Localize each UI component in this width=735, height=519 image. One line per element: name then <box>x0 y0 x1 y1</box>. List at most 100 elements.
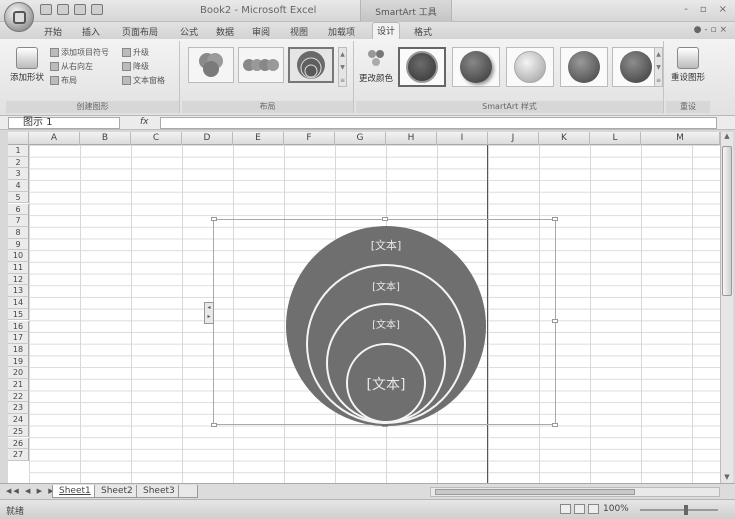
tab-home[interactable]: 开始 <box>40 24 66 39</box>
office-button[interactable] <box>4 2 34 32</box>
row-header[interactable]: 10 <box>8 250 29 262</box>
styles-gallery-scroll[interactable]: ▲ ▼ ≡ <box>654 47 663 87</box>
row-header[interactable]: 3 <box>8 168 29 181</box>
row-header[interactable]: 18 <box>8 343 29 356</box>
row-header[interactable]: 25 <box>8 425 29 438</box>
column-header[interactable]: F <box>284 132 335 145</box>
style-thumb-1[interactable] <box>398 47 446 87</box>
circle-label-3[interactable]: [文本] <box>336 316 436 331</box>
layouts-gallery-scroll[interactable]: ▲ ▼ ≡ <box>338 47 347 87</box>
row-header[interactable]: 27 <box>8 449 29 461</box>
vertical-scrollbar[interactable]: ▲ ▼ <box>720 132 733 483</box>
redo-icon[interactable] <box>74 4 86 15</box>
row-header[interactable]: 20 <box>8 367 29 379</box>
name-box[interactable]: 图示 1 <box>8 117 120 129</box>
add-shape-button[interactable]: 添加形状 <box>10 47 44 83</box>
row-header[interactable]: 14 <box>8 297 29 309</box>
close-button[interactable]: × <box>719 4 727 15</box>
page-layout-view-icon[interactable] <box>574 504 585 514</box>
maximize-button[interactable]: ▫ <box>700 4 707 15</box>
tab-addins[interactable]: 加载项 <box>324 24 359 39</box>
sheet-tab-3[interactable]: Sheet3 <box>136 485 182 498</box>
scroll-down-arrow-icon[interactable]: ▼ <box>721 473 733 483</box>
vertical-scroll-thumb[interactable] <box>722 146 732 296</box>
fx-label[interactable]: fx <box>140 117 149 127</box>
insert-sheet-icon[interactable] <box>178 485 198 498</box>
row-header[interactable]: 1 <box>8 145 29 157</box>
column-header[interactable]: L <box>590 132 641 145</box>
layout-thumb-linear-venn[interactable] <box>238 47 284 83</box>
save-icon[interactable] <box>40 4 52 15</box>
row-header[interactable]: 12 <box>8 273 29 286</box>
scroll-up-arrow-icon[interactable]: ▲ <box>721 132 733 142</box>
tab-formulas[interactable]: 公式 <box>176 24 202 39</box>
column-header[interactable]: H <box>386 132 437 145</box>
column-header[interactable]: K <box>539 132 590 145</box>
tab-design[interactable]: 设计 <box>372 22 401 39</box>
customize-qat-icon[interactable] <box>91 4 103 15</box>
reset-graphic-button[interactable]: 重设图形 <box>668 47 708 83</box>
smartart-graphic-frame[interactable]: ◂ ▸ [文本] [文本] [文本] [文本] <box>204 217 558 427</box>
demote-button[interactable]: 降级 <box>122 61 149 72</box>
horizontal-scrollbar[interactable] <box>430 487 720 497</box>
row-header[interactable]: 16 <box>8 320 29 333</box>
horizontal-scroll-thumb[interactable] <box>435 489 635 495</box>
row-header[interactable]: 2 <box>8 156 29 169</box>
add-bullet-button[interactable]: 添加项目符号 <box>50 47 109 58</box>
row-header[interactable]: 19 <box>8 355 29 368</box>
row-header[interactable]: 26 <box>8 437 29 450</box>
column-header[interactable]: C <box>131 132 182 145</box>
column-header[interactable]: A <box>29 132 80 145</box>
layout-dropdown-button[interactable]: 布局 <box>50 75 77 86</box>
tab-page-layout[interactable]: 页面布局 <box>118 24 162 39</box>
column-header[interactable]: J <box>488 132 539 145</box>
row-header[interactable]: 22 <box>8 390 29 403</box>
row-header[interactable]: 21 <box>8 379 29 391</box>
row-header[interactable]: 15 <box>8 308 29 321</box>
row-header[interactable]: 9 <box>8 238 29 251</box>
column-header[interactable]: D <box>182 132 233 145</box>
resize-handle[interactable] <box>211 423 217 427</box>
style-thumb-3[interactable] <box>506 47 554 87</box>
row-header[interactable]: 13 <box>8 285 29 298</box>
row-header[interactable]: 6 <box>8 203 29 216</box>
resize-handle[interactable] <box>552 217 558 221</box>
row-header[interactable]: 5 <box>8 191 29 204</box>
text-pane-button[interactable]: 文本窗格 <box>122 75 165 86</box>
change-colors-button[interactable]: 更改颜色 <box>358 47 394 84</box>
normal-view-icon[interactable] <box>560 504 571 514</box>
column-header[interactable]: G <box>335 132 386 145</box>
resize-handle[interactable] <box>552 319 558 323</box>
promote-button[interactable]: 升级 <box>122 47 149 58</box>
row-header[interactable]: 4 <box>8 180 29 192</box>
layout-thumb-stacked-venn[interactable] <box>288 47 334 83</box>
row-header[interactable]: 23 <box>8 402 29 415</box>
style-thumb-4[interactable] <box>560 47 608 87</box>
circle-label-2[interactable]: [文本] <box>336 278 436 293</box>
sheet-tab-2[interactable]: Sheet2 <box>94 485 140 498</box>
tab-format[interactable]: 格式 <box>410 24 436 39</box>
tab-data[interactable]: 数据 <box>212 24 238 39</box>
help-controls[interactable]: ● - ▫ × <box>694 25 727 35</box>
column-header[interactable]: B <box>80 132 131 145</box>
tab-review[interactable]: 审阅 <box>248 24 274 39</box>
tab-view[interactable]: 视图 <box>286 24 312 39</box>
resize-handle[interactable] <box>552 423 558 427</box>
right-to-left-button[interactable]: 从右向左 <box>50 61 93 72</box>
resize-handle[interactable] <box>382 217 388 221</box>
tab-insert[interactable]: 插入 <box>78 24 104 39</box>
layout-thumb-venn[interactable] <box>188 47 234 83</box>
style-thumb-2[interactable] <box>452 47 500 87</box>
select-all-corner[interactable] <box>8 132 29 145</box>
zoom-slider-knob[interactable] <box>684 505 688 515</box>
column-header[interactable]: I <box>437 132 488 145</box>
resize-handle[interactable] <box>211 217 217 221</box>
column-header[interactable]: E <box>233 132 284 145</box>
style-thumb-5[interactable] <box>612 47 660 87</box>
text-pane-toggle[interactable]: ◂ ▸ <box>204 302 214 324</box>
column-header[interactable]: M <box>641 132 720 145</box>
circle-label-inner[interactable]: [文本] <box>336 374 436 394</box>
row-header[interactable]: 11 <box>8 262 29 274</box>
row-header[interactable]: 17 <box>8 332 29 344</box>
worksheet-grid[interactable]: A B C D E F G H I J K L M 1 2 3 4 5 6 7 … <box>8 132 720 483</box>
